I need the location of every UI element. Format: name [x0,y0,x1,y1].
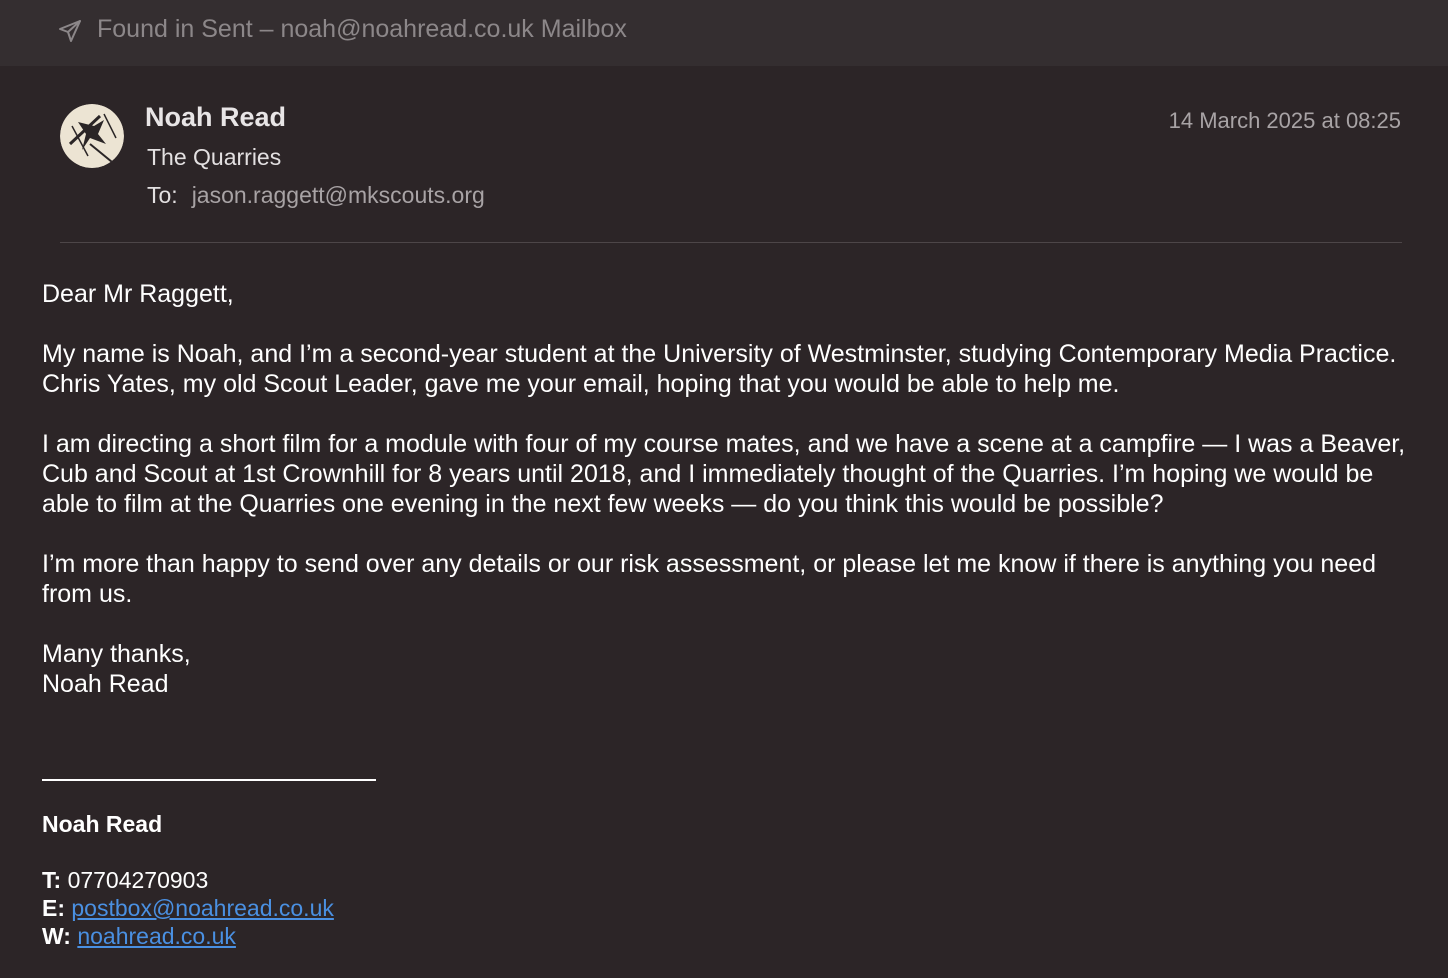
recipient-address[interactable]: jason.raggett@mkscouts.org [192,182,485,208]
phone-number: 07704270903 [67,867,209,893]
signature-block: Noah Read T: 07704270903 E: postbox@noah… [42,810,334,950]
web-label: W: [42,923,71,949]
sender-name[interactable]: Noah Read [145,102,286,133]
email-label: E: [42,895,65,921]
greeting: Dear Mr Raggett, [42,280,234,308]
signature-phone-row: T: 07704270903 [42,866,334,894]
message-body: Dear Mr Raggett, My name is Noah, and I’… [42,279,1412,699]
body-paragraph: I’m more than happy to send over any det… [42,550,1377,608]
body-paragraph: I am directing a short film for a module… [42,430,1406,518]
found-in-sent-banner: Found in Sent – noah@noahread.co.uk Mail… [0,0,1448,66]
header-divider [60,242,1402,243]
banner-text[interactable]: Found in Sent – noah@noahread.co.uk Mail… [97,15,627,44]
phone-label: T: [42,867,62,893]
signature-name: Noah Read [42,811,163,837]
signature-divider [42,779,376,781]
message-date: 14 March 2025 at 08:25 [1168,108,1401,133]
avatar [60,104,124,168]
body-paragraph: My name is Noah, and I’m a second-year s… [42,340,1397,398]
paper-plane-icon [59,20,81,42]
signoff-name: Noah Read [42,670,169,698]
avatar-image [60,104,124,168]
signature-email-row: E: postbox@noahread.co.uk [42,894,334,922]
message-subject: The Quarries [147,144,282,170]
website-link[interactable]: noahread.co.uk [77,923,236,949]
to-label: To: [147,182,178,208]
signoff: Many thanks, [42,640,191,668]
message-view: Noah Read The Quarries To: jason.raggett@… [0,66,1448,978]
signature-web-row: W: noahread.co.uk [42,922,334,950]
recipient-row: To: jason.raggett@mkscouts.org [147,182,485,209]
email-link[interactable]: postbox@noahread.co.uk [71,895,333,921]
